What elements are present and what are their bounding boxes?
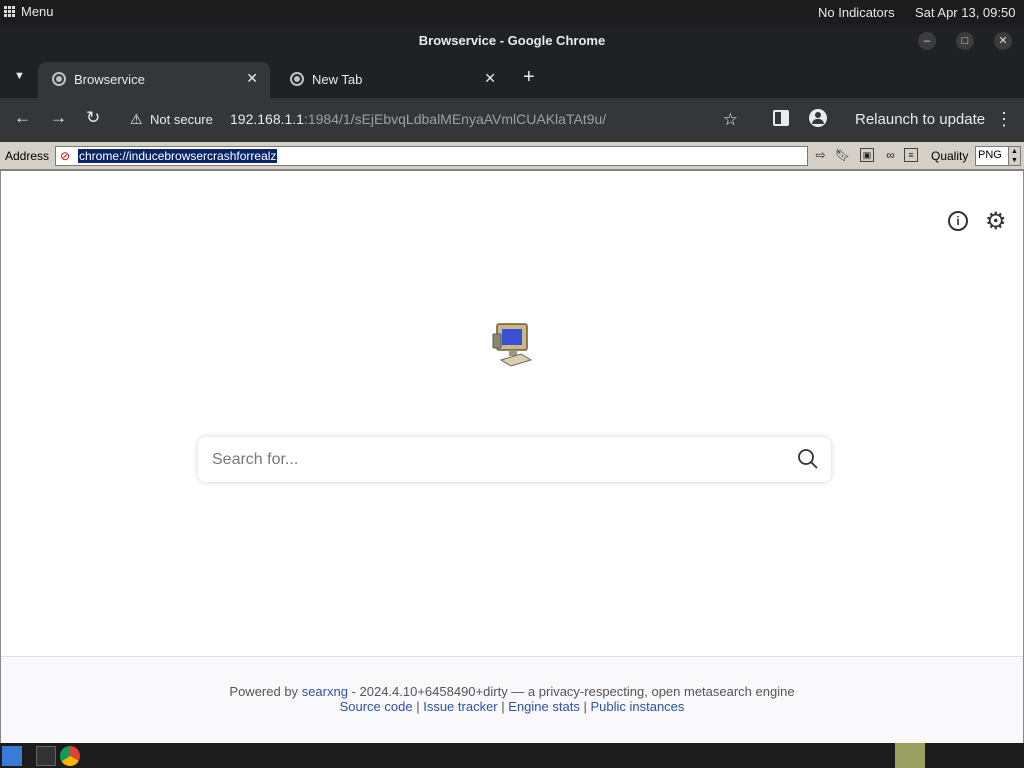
close-window-button[interactable]: ✕ [994,32,1012,50]
address-label: Address [5,149,50,163]
url-host: 192.168.1.1 [230,111,304,127]
chrome-icon [290,72,304,86]
tab-search-chevron-icon[interactable]: ▼ [14,70,25,82]
profile-avatar-icon[interactable] [809,109,827,127]
taskbar [0,743,1024,768]
issue-tracker-link[interactable]: Issue tracker [423,699,497,714]
warning-triangle-icon[interactable]: ⚠ [130,111,143,128]
public-instances-link[interactable]: Public instances [590,699,684,714]
back-arrow-icon[interactable]: ← [14,108,31,128]
searxng-computer-logo [492,323,533,367]
tab-strip: ▼ Browservice ✕ New Tab ✕ + [0,56,1024,98]
url-text[interactable]: 192.168.1.1:1984/1/sEjEbvqLdbalMEnyaAVml… [230,111,606,127]
tab-browservice[interactable]: Browservice ✕ [38,62,270,98]
chrome-running-window-icon[interactable] [895,743,925,768]
search-input[interactable] [212,447,772,473]
minimize-button[interactable]: – [918,32,936,50]
footer: Powered by searxng - 2024.4.10+6458490+d… [1,656,1023,743]
forward-arrow-icon[interactable]: → [50,108,67,128]
bookmark-star-icon[interactable]: ☆ [723,110,738,130]
side-panel-icon[interactable] [773,110,789,126]
powered-by-text: Powered by [229,684,299,699]
find-binoculars-icon[interactable]: ∞ [882,147,899,164]
version-text: - 2024.4.10+6458490+dirty — a privacy-re… [351,684,795,699]
search-box[interactable] [198,437,831,482]
terminal-icon[interactable] [36,746,56,766]
address-value[interactable]: chrome://inducebrowsercrashforrealz [78,149,278,163]
footer-powered-line: Powered by searxng - 2024.4.10+6458490+d… [1,684,1023,699]
more-menu-icon[interactable]: ⋮ [995,109,1013,130]
save-image-icon[interactable]: ▣ [860,148,874,162]
quality-spinner[interactable]: ▲ ▼ [1008,147,1020,165]
globe-icon [52,72,66,86]
system-menu-button[interactable]: Menu [4,4,54,19]
system-top-bar: Menu No Indicators Sat Apr 13, 09:50 [0,0,1024,25]
settings-gear-icon[interactable]: ⚙ [985,207,1007,236]
browser-toolbar: ← → ↻ ⚠ Not secure 192.168.1.1:1984/1/sE… [0,98,1024,142]
source-code-link[interactable]: Source code [340,699,413,714]
separator: | [501,699,505,714]
separator: | [416,699,420,714]
footer-links: Source code | Issue tracker | Engine sta… [1,699,1023,714]
separator: | [583,699,587,714]
quality-value: PNG [978,149,1002,161]
tab-label: New Tab [312,72,363,87]
chrome-app-icon[interactable] [60,746,80,766]
info-icon[interactable]: i [948,211,968,231]
page-content: i ⚙ Powered by searxng - 2024.4.10+64584… [0,171,1024,743]
engine-stats-link[interactable]: Engine stats [508,699,580,714]
quality-select[interactable]: PNG ▲ ▼ [975,146,1021,166]
window-titlebar: Browservice - Google Chrome – □ ✕ [0,25,1024,56]
tab-new-tab[interactable]: New Tab ✕ [276,62,508,98]
menu-label: Menu [21,4,54,19]
clock[interactable]: Sat Apr 13, 09:50 [915,5,1015,20]
go-arrow-icon[interactable]: ⇨ [812,147,829,164]
no-security-icon: ⊘ [60,149,71,163]
reload-icon[interactable]: ↻ [86,108,100,128]
searxng-link[interactable]: searxng [302,684,348,699]
relaunch-to-update-button[interactable]: Relaunch to update [855,111,985,128]
show-desktop-icon[interactable] [2,746,22,766]
clipboard-icon[interactable]: ≡ [904,148,918,162]
address-input[interactable]: ⊘ chrome://inducebrowsercrashforrealz [55,146,808,166]
close-tab-icon[interactable]: ✕ [246,70,258,87]
maximize-button[interactable]: □ [956,32,974,50]
window-title: Browservice - Google Chrome [418,33,606,48]
tab-label: Browservice [74,72,145,87]
url-path: :1984/1/sEjEbvqLdbalMEnyaAVmlCUAKlaTAt9u… [303,111,607,127]
indicators-label[interactable]: No Indicators [818,5,895,20]
new-tab-plus-icon[interactable]: + [523,66,535,89]
close-tab-icon[interactable]: ✕ [484,70,496,87]
bookmark-icon[interactable]: 🔖︎ [834,147,851,164]
quality-label: Quality [931,149,969,163]
apps-grid-icon [4,6,15,17]
browservice-control-bar: Address ⊘ chrome://inducebrowsercrashfor… [0,142,1024,171]
security-label[interactable]: Not secure [150,112,213,127]
search-icon[interactable] [797,448,819,470]
omnibox[interactable]: ⚠ Not secure 192.168.1.1:1984/1/sEjEbvqL… [122,104,752,136]
